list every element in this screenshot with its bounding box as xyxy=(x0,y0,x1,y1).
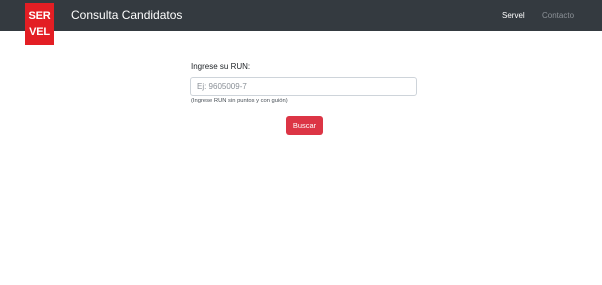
navbar-title[interactable]: Consulta Candidatos xyxy=(71,8,182,23)
run-label: Ingrese su RUN: xyxy=(191,62,251,71)
page: Consulta Candidatos Servel Contacto SER … xyxy=(0,0,602,285)
nav-link-servel[interactable]: Servel xyxy=(502,11,525,21)
logo-text-line2: VEL xyxy=(29,26,50,38)
servel-logo[interactable]: SER VEL xyxy=(25,3,54,45)
navbar: Consulta Candidatos Servel Contacto xyxy=(0,0,602,31)
logo-text-line1: SER xyxy=(28,10,51,22)
run-helper-text: (Ingrese RUN sin puntos y con guión) xyxy=(191,98,288,104)
search-button[interactable]: Buscar xyxy=(286,116,323,135)
nav-link-contacto[interactable]: Contacto xyxy=(542,11,574,21)
run-input[interactable] xyxy=(190,77,417,96)
